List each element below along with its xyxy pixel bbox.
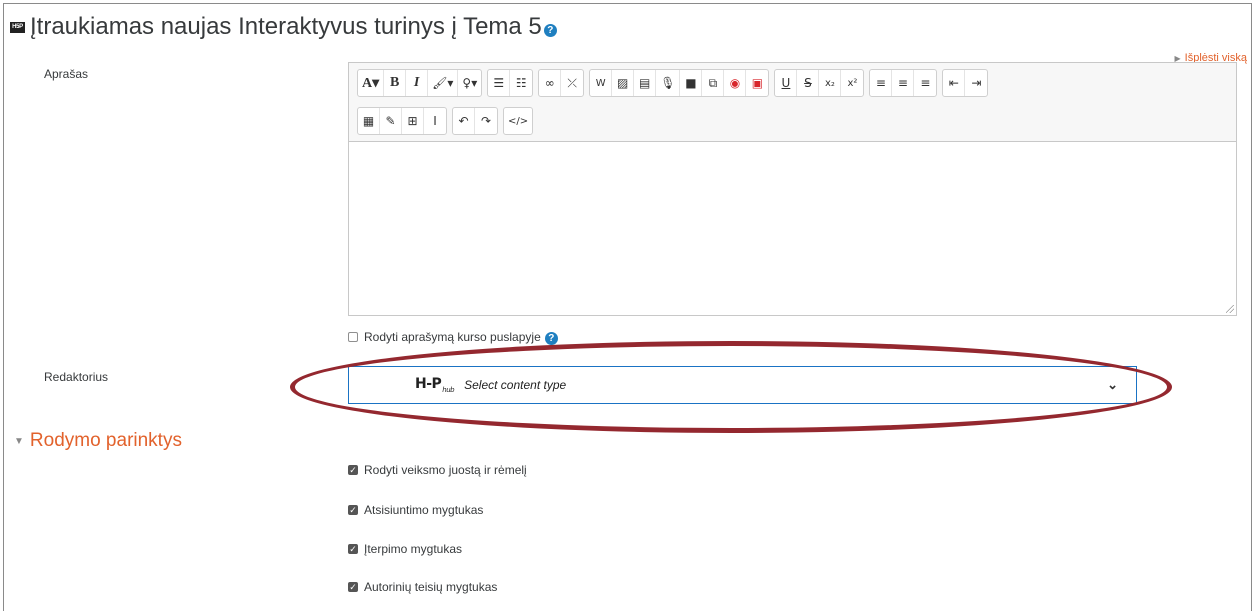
option-checkbox[interactable]: ✓ — [348, 505, 358, 515]
option-label: Įterpimo mygtukas — [364, 542, 463, 556]
option-label: Atsisiuntimo mygtukas — [364, 503, 484, 517]
toolbar-group-lists: ☰ ☷ — [487, 69, 534, 97]
option-row: ✓ Rodyti veiksmo juostą ir rėmelį — [348, 463, 527, 477]
toolbar-group-format: U S x₂ x² — [774, 69, 865, 97]
toolbar-group-media: W ▨ ▤ 🎙 ■ ⧉ ◉ ▣ — [589, 69, 770, 97]
description-label: Aprašas — [44, 67, 89, 81]
option-label: Rodyti veiksmo juostą ir rėmelį — [364, 463, 527, 477]
strikethrough-icon[interactable]: S — [797, 70, 820, 96]
h5p-icon: H5P — [10, 21, 25, 33]
indent-icon[interactable]: ⇥ — [965, 70, 987, 96]
editor-toolbar: A▾ B I 🖌▾ ♀▾ ☰ ☷ ∞ ⤫ W ▨ ▤ 🎙 ■ ⧉ ◉ ▣ U S… — [349, 63, 1236, 141]
highlight-icon[interactable]: ♀▾ — [458, 70, 481, 96]
underline-icon[interactable]: U — [775, 70, 798, 96]
link-icon[interactable]: ∞ — [539, 70, 562, 96]
table-icon[interactable]: ⊞ — [402, 108, 424, 134]
screencast-icon[interactable]: ◉ — [724, 70, 747, 96]
option-checkbox[interactable]: ✓ — [348, 465, 358, 475]
word-import-icon[interactable]: W — [590, 70, 613, 96]
display-options-header[interactable]: ▼ Rodymo parinktys — [14, 430, 182, 452]
outdent-icon[interactable]: ⇤ — [943, 70, 966, 96]
align-center-icon[interactable]: ≡ — [892, 70, 915, 96]
media-icon[interactable]: ▤ — [634, 70, 657, 96]
align-right-icon[interactable]: ≡ — [914, 70, 936, 96]
show-description-checkbox-row: Rodyti aprašymą kurso puslapyje ? — [348, 330, 558, 345]
unordered-list-icon[interactable]: ☰ — [488, 70, 511, 96]
option-row: ✓ Autorinių teisių mygtukas — [348, 580, 497, 594]
option-checkbox[interactable]: ✓ — [348, 544, 358, 554]
option-checkbox[interactable]: ✓ — [348, 582, 358, 592]
record-video-icon[interactable]: ■ — [680, 70, 703, 96]
toolbar-group-style: A▾ B I 🖌▾ ♀▾ — [357, 69, 483, 97]
align-left-icon[interactable]: ≡ — [870, 70, 893, 96]
unlink-icon[interactable]: ⤫ — [561, 70, 583, 96]
calculator-icon[interactable]: ▦ — [358, 108, 380, 134]
html-code-icon[interactable]: </> — [504, 108, 532, 134]
undo-icon[interactable]: ↶ — [453, 108, 475, 134]
option-row: ✓ Įterpimo mygtukas — [348, 542, 462, 556]
subscript-icon[interactable]: x₂ — [819, 70, 842, 96]
superscript-icon[interactable]: x² — [841, 70, 863, 96]
resize-grip-icon[interactable] — [1226, 305, 1234, 313]
toolbar-group-indent: ⇤ ⇥ — [942, 69, 989, 97]
toolbar-group-code: </> — [503, 107, 534, 135]
editor-label: Redaktorius — [44, 370, 109, 384]
toolbar-group-history: ↶ ↷ — [452, 107, 498, 135]
question-circle-icon[interactable]: ? — [544, 331, 558, 345]
toolbar-group-align: ≡ ≡ ≡ — [869, 69, 938, 97]
show-description-checkbox[interactable] — [348, 332, 358, 342]
edit-icon[interactable]: ✎ — [380, 108, 402, 134]
toolbar-row-1: A▾ B I 🖌▾ ♀▾ ☰ ☷ ∞ ⤫ W ▨ ▤ 🎙 ■ ⧉ ◉ ▣ U S… — [357, 69, 989, 97]
toolbar-group-links: ∞ ⤫ — [538, 69, 585, 97]
cursor-icon[interactable]: I — [424, 108, 446, 134]
description-textarea[interactable] — [349, 141, 1236, 315]
font-size-dropdown-icon[interactable]: A▾ — [358, 70, 385, 96]
caret-down-icon: ▼ — [14, 435, 24, 447]
option-row: ✓ Atsisiuntimo mygtukas — [348, 503, 483, 517]
toolbar-row-2: ▦ ✎ ⊞ I ↶ ↷ </> — [357, 107, 534, 135]
pdf-icon[interactable]: ▣ — [746, 70, 768, 96]
show-description-label: Rodyti aprašymą kurso puslapyje — [364, 330, 541, 344]
page-title: H5P Įtraukiamas naujas Interaktyvus turi… — [10, 12, 557, 42]
page-title-text: Įtraukiamas naujas Interaktyvus turinys … — [30, 13, 542, 40]
ordered-list-icon[interactable]: ☷ — [510, 70, 532, 96]
highlight-ellipse — [290, 341, 1172, 433]
bold-icon[interactable]: B — [384, 70, 407, 96]
question-circle-icon[interactable]: ? — [543, 23, 557, 37]
option-label: Autorinių teisių mygtukas — [364, 580, 498, 594]
image-icon[interactable]: ▨ — [612, 70, 635, 96]
display-options-title: Rodymo parinktys — [29, 430, 182, 451]
redo-icon[interactable]: ↷ — [475, 108, 497, 134]
manage-files-icon[interactable]: ⧉ — [702, 70, 725, 96]
italic-icon[interactable]: I — [406, 70, 429, 96]
toolbar-group-tools: ▦ ✎ ⊞ I — [357, 107, 447, 135]
font-color-icon[interactable]: 🖌▾ — [428, 70, 459, 96]
description-editor: A▾ B I 🖌▾ ♀▾ ☰ ☷ ∞ ⤫ W ▨ ▤ 🎙 ■ ⧉ ◉ ▣ U S… — [348, 62, 1237, 316]
record-audio-icon[interactable]: 🎙 — [656, 70, 681, 96]
